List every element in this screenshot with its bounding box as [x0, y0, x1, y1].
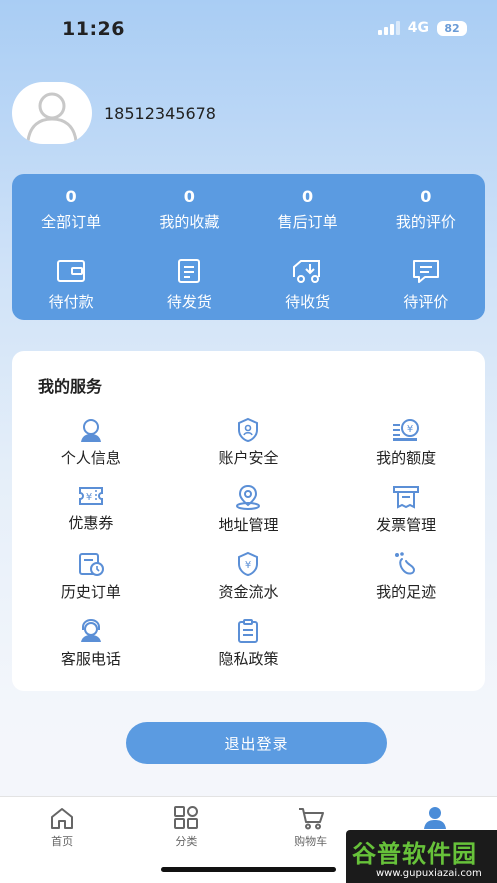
service-label: 账户安全: [218, 449, 279, 467]
status-pending-payment[interactable]: 待付款: [12, 256, 130, 312]
service-label: 发票管理: [376, 516, 437, 534]
money-credit-icon: ¥: [391, 417, 421, 443]
service-personal-info[interactable]: 个人信息: [12, 417, 170, 467]
avatar-placeholder-icon: [26, 92, 78, 141]
stat-count: 0: [65, 187, 77, 206]
shield-icon: [236, 417, 260, 443]
services-card: 我的服务 个人信息 账户安全 ¥ 我的额度 ¥ 优惠券 地址管理 发票管理 历史…: [12, 351, 485, 691]
package-list-icon: [130, 256, 248, 286]
stat-label: 我的收藏: [159, 213, 220, 231]
network-type: 4G: [407, 20, 429, 36]
home-icon: [49, 805, 75, 831]
stat-count: 0: [420, 187, 432, 206]
battery-icon: 82: [437, 20, 467, 36]
policy-icon: [236, 618, 260, 644]
history-order-icon: [77, 551, 105, 577]
profile-header[interactable]: 18512345678: [12, 82, 216, 144]
avatar[interactable]: [12, 82, 92, 144]
service-coupons[interactable]: ¥ 优惠券: [12, 484, 170, 532]
customer-service-icon: [77, 618, 105, 644]
fund-flow-icon: ¥: [236, 551, 260, 577]
status-pending-receipt[interactable]: 待收货: [249, 256, 367, 312]
wallet-icon: [12, 256, 130, 286]
truck-receive-icon: [249, 256, 367, 286]
cart-icon: [297, 805, 325, 831]
profile-icon: [422, 805, 448, 831]
svg-text:¥: ¥: [407, 424, 413, 435]
stat-after-sales[interactable]: 0 售后订单: [249, 186, 367, 232]
service-my-credit[interactable]: ¥ 我的额度: [327, 417, 485, 467]
tab-home[interactable]: 首页: [0, 797, 124, 883]
stat-all-orders[interactable]: 0 全部订单: [12, 186, 130, 232]
user-phone: 18512345678: [104, 103, 216, 123]
stat-count: 0: [183, 187, 195, 206]
service-label: 个人信息: [60, 449, 121, 467]
svg-text:¥: ¥: [245, 560, 251, 571]
order-card: 0 全部订单 0 我的收藏 0 售后订单 0 我的评价 待付款 待发货 待收货 …: [12, 174, 485, 320]
service-account-security[interactable]: 账户安全: [170, 417, 328, 467]
watermark-url: www.gupuxiazai.com: [376, 868, 482, 879]
status-pending-review[interactable]: 待评价: [367, 256, 485, 312]
status-indicators: 4G 82: [377, 20, 467, 36]
stat-label: 售后订单: [277, 213, 338, 231]
services-title: 我的服务: [38, 377, 103, 396]
service-address[interactable]: 地址管理: [170, 484, 328, 534]
location-icon: [234, 484, 262, 510]
service-label: 我的足迹: [376, 583, 437, 601]
home-indicator: [161, 867, 336, 872]
service-label: 优惠券: [68, 514, 114, 532]
service-footprint[interactable]: 我的足迹: [327, 551, 485, 601]
service-fund-flow[interactable]: ¥ 资金流水: [170, 551, 328, 601]
stat-count: 0: [302, 187, 314, 206]
service-privacy-policy[interactable]: 隐私政策: [170, 618, 328, 668]
status-label: 待发货: [166, 293, 212, 311]
status-pending-shipment[interactable]: 待发货: [130, 256, 248, 312]
watermark-badge: 谷普软件园 www.gupuxiazai.com: [346, 830, 497, 883]
status-bar: 11:26 4G 82: [0, 0, 497, 60]
signal-icon: [377, 21, 400, 35]
invoice-icon: [392, 484, 420, 510]
service-customer-phone[interactable]: 客服电话: [12, 618, 170, 668]
service-label: 资金流水: [218, 583, 279, 601]
services-grid: 个人信息 账户安全 ¥ 我的额度 ¥ 优惠券 地址管理 发票管理 历史订单 ¥ …: [12, 417, 485, 668]
order-stats-row: 0 全部订单 0 我的收藏 0 售后订单 0 我的评价: [12, 186, 485, 232]
status-label: 待评价: [403, 293, 449, 311]
stat-label: 全部订单: [41, 213, 102, 231]
coupon-icon: ¥: [77, 484, 105, 508]
stat-reviews[interactable]: 0 我的评价: [367, 186, 485, 232]
service-invoice[interactable]: 发票管理: [327, 484, 485, 534]
service-history-orders[interactable]: 历史订单: [12, 551, 170, 601]
tab-label: 购物车: [294, 835, 328, 848]
user-icon: [77, 417, 105, 443]
tab-label: 分类: [175, 835, 198, 848]
service-label: 我的额度: [376, 449, 437, 467]
status-time: 11:26: [62, 18, 125, 40]
footprint-icon: [392, 551, 420, 577]
stat-favorites[interactable]: 0 我的收藏: [130, 186, 248, 232]
tab-label: 首页: [51, 835, 74, 848]
category-icon: [173, 805, 199, 831]
comment-icon: [367, 256, 485, 286]
status-label: 待付款: [48, 293, 94, 311]
stat-label: 我的评价: [395, 213, 456, 231]
service-label: 历史订单: [60, 583, 121, 601]
status-label: 待收货: [285, 293, 331, 311]
service-label: 地址管理: [218, 516, 279, 534]
logout-button[interactable]: 退出登录: [126, 722, 387, 764]
order-status-row: 待付款 待发货 待收货 待评价: [12, 256, 485, 312]
service-label: 客服电话: [60, 650, 121, 668]
service-label: 隐私政策: [218, 650, 279, 668]
watermark-text: 谷普软件园: [352, 840, 477, 868]
svg-text:¥: ¥: [86, 492, 92, 503]
